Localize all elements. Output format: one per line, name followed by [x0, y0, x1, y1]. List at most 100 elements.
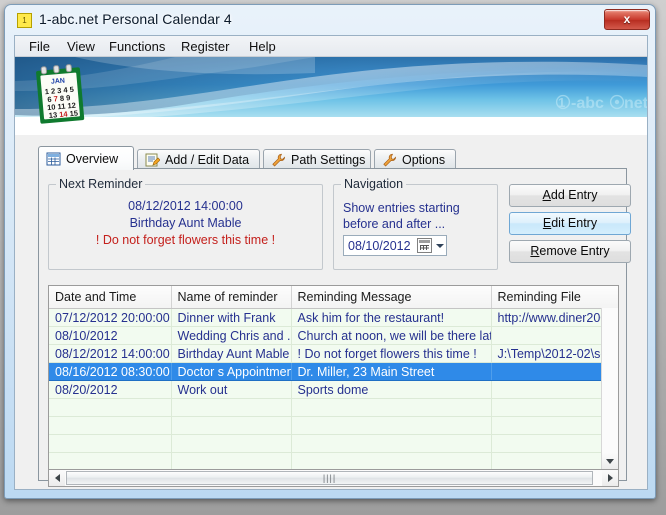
cell-date-and-time	[49, 434, 172, 453]
table-row[interactable]	[49, 452, 618, 469]
wrench-icon	[383, 153, 396, 166]
column-header-reminding-file[interactable]: Reminding File	[491, 286, 618, 309]
menu-view[interactable]: View	[61, 38, 101, 55]
svg-text:1: 1	[558, 95, 565, 110]
tab-overview[interactable]: Overview	[38, 146, 134, 170]
tab-overview-label: Overview	[66, 151, 119, 166]
cell-reminding-message: Church at noon, we will be there later	[291, 326, 492, 345]
edit-note-icon	[145, 153, 160, 166]
calendar-app-icon: 1	[17, 13, 32, 28]
table-row[interactable]	[49, 416, 618, 435]
application-window: 1 1-abc.net Personal Calendar 4 x File V…	[4, 4, 656, 499]
svg-text:-abc: -abc	[571, 95, 604, 112]
cell-name-of-reminder	[171, 452, 292, 469]
menu-file[interactable]: File	[23, 38, 56, 55]
cell-reminding-message: Sports dome	[291, 380, 492, 399]
navigation-date-value: 08/10/2012	[348, 238, 411, 253]
column-header-reminding-message[interactable]: Reminding Message	[291, 286, 492, 309]
cell-name-of-reminder	[171, 398, 292, 417]
table-row[interactable]: 08/16/2012 08:30:00 Doctor s Appointment D…	[49, 362, 618, 381]
table-row[interactable]: 08/12/2012 14:00:00 Birthday Aunt Mable! …	[49, 344, 618, 363]
edit-entry-button[interactable]: Edit Entry	[509, 212, 631, 235]
tab-path-settings[interactable]: Path Settings	[263, 149, 371, 169]
svg-text:JAN: JAN	[51, 78, 66, 86]
cell-reminding-file	[491, 326, 618, 345]
cell-date-and-time	[49, 416, 172, 435]
cell-date-and-time	[49, 452, 172, 469]
tab-options[interactable]: Options	[374, 149, 456, 169]
tab-page-overview: Next Reminder 08/12/2012 14:00:00 Birthd…	[38, 168, 631, 487]
chevron-down-icon[interactable]	[433, 236, 446, 255]
table-row[interactable]: 07/12/2012 20:00:00 Dinner with Frank Ask …	[49, 308, 618, 327]
banner-graphic: 1 -abc net	[15, 57, 647, 135]
grid-vertical-scrollbar[interactable]	[601, 308, 618, 469]
column-header-date-and-time[interactable]: Date and Time	[49, 286, 172, 309]
menu-bar: File View Functions Register Help	[15, 36, 647, 57]
next-reminder-name: Birthday Aunt Mable	[129, 216, 242, 230]
menu-help[interactable]: Help	[243, 38, 282, 55]
scroll-left-button[interactable]	[49, 470, 65, 486]
cell-date-and-time: 08/12/2012 14:00:00	[49, 344, 172, 363]
entries-grid[interactable]: Date and Time Name of reminder Reminding…	[48, 285, 619, 470]
cell-name-of-reminder: Wedding Chris and ...	[171, 326, 292, 345]
remove-entry-button[interactable]: Remove Entry	[509, 240, 631, 263]
wrench-icon	[272, 153, 285, 166]
cell-reminding-message: Ask him for the restaurant!	[291, 308, 492, 327]
cell-name-of-reminder: Doctor s Appointment	[171, 362, 292, 381]
cell-reminding-file: http://www.diner200...	[491, 308, 618, 327]
scroll-down-button[interactable]	[602, 453, 618, 469]
tab-add-edit-data-label: Add / Edit Data	[165, 152, 250, 167]
hscroll-grip: ||||	[322, 472, 337, 483]
next-reminder-group: Next Reminder 08/12/2012 14:00:00 Birthd…	[48, 177, 323, 270]
close-button[interactable]: x	[604, 9, 650, 30]
column-header-name-of-reminder[interactable]: Name of reminder	[171, 286, 292, 309]
watermark-text: 1 -abc net	[555, 94, 647, 112]
navigation-title: Navigation	[341, 177, 407, 191]
grid-horizontal-scrollbar[interactable]: ||||	[48, 470, 619, 487]
cell-date-and-time	[49, 398, 172, 417]
cell-date-and-time: 07/12/2012 20:00:00	[49, 308, 172, 327]
cell-name-of-reminder: Birthday Aunt Mable	[171, 344, 292, 363]
scroll-right-button[interactable]	[602, 470, 618, 486]
tab-add-edit-data[interactable]: Add / Edit Data	[137, 149, 260, 169]
hscroll-track[interactable]: ||||	[65, 470, 602, 486]
cell-name-of-reminder	[171, 416, 292, 435]
navigation-description: Show entries starting before and after .…	[343, 201, 460, 231]
next-reminder-datetime: 08/12/2012 14:00:00	[128, 199, 243, 213]
title-bar: 1 1-abc.net Personal Calendar 4 x	[5, 5, 655, 35]
add-entry-label: dd Entry	[550, 188, 598, 202]
cell-date-and-time: 08/16/2012 08:30:00	[49, 362, 172, 381]
header-banner: 1 -abc net JAN 1 2 3 4 5 6 7 8 9 10 11 1…	[15, 57, 647, 135]
edit-entry-label: dit Entry	[551, 216, 598, 230]
tab-options-label: Options	[402, 152, 446, 167]
screen: 1 1-abc.net Personal Calendar 4 x File V…	[0, 0, 666, 515]
cell-reminding-file	[491, 380, 618, 399]
cell-reminding-message: Dr. Miller, 23 Main Street	[291, 362, 492, 381]
tab-path-settings-label: Path Settings	[291, 152, 366, 167]
calendar-picker-icon[interactable]	[417, 238, 432, 253]
table-row[interactable]	[49, 398, 618, 417]
cell-reminding-message	[291, 416, 492, 435]
menu-register[interactable]: Register	[175, 38, 235, 55]
table-row[interactable]	[49, 434, 618, 453]
cell-reminding-file: J:\Temp\2012-02\scr...	[491, 344, 618, 363]
cell-name-of-reminder: Dinner with Frank	[171, 308, 292, 327]
menu-functions[interactable]: Functions	[103, 38, 171, 55]
client-area: File View Functions Register Help 1 -abc…	[14, 35, 648, 490]
navigation-group: Navigation Show entries starting before …	[333, 177, 498, 270]
add-entry-button[interactable]: Add Entry	[509, 184, 631, 207]
hscroll-thumb[interactable]: ||||	[66, 471, 593, 485]
cell-reminding-file	[491, 398, 618, 417]
cell-date-and-time: 08/10/2012	[49, 326, 172, 345]
calendar-logo-icon: JAN 1 2 3 4 5 6 7 8 9 10 11 12 13 14 15	[36, 64, 85, 124]
cell-reminding-file	[491, 452, 618, 469]
next-reminder-title: Next Reminder	[56, 177, 146, 191]
cell-reminding-message	[291, 452, 492, 469]
cell-reminding-file	[491, 416, 618, 435]
navigation-date-input[interactable]: 08/10/2012	[343, 235, 447, 256]
table-header-row: Date and Time Name of reminder Reminding…	[49, 286, 618, 309]
table-row[interactable]: 08/20/2012 Work out Sports dome	[49, 380, 618, 399]
cell-reminding-file	[491, 434, 618, 453]
table-row[interactable]: 08/10/2012 Wedding Chris and ... Church at…	[49, 326, 618, 345]
table-body: 07/12/2012 20:00:00 Dinner with Frank Ask …	[49, 308, 618, 469]
